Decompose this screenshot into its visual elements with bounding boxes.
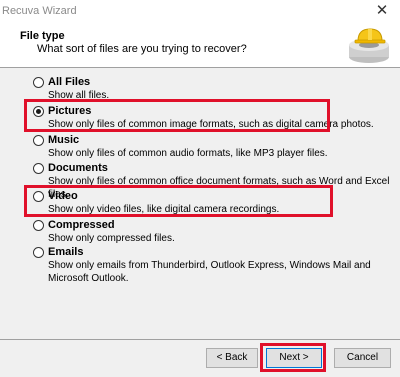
option-emails[interactable]: Emails Show only emails from Thunderbird… xyxy=(33,246,393,285)
option-label: All Files xyxy=(48,76,91,88)
option-description: Show only compressed files. xyxy=(48,233,175,244)
title-bar: Recuva Wizard ✕ xyxy=(0,0,400,24)
wizard-header: File type What sort of files are you try… xyxy=(0,24,400,67)
highlight-box-video xyxy=(24,185,333,217)
option-description: Show only emails from Thunderbird, Outlo… xyxy=(48,260,371,284)
radio-music[interactable] xyxy=(33,135,44,146)
page-subtitle: What sort of files are you trying to rec… xyxy=(37,43,247,55)
close-icon[interactable]: ✕ xyxy=(374,3,390,19)
radio-documents[interactable] xyxy=(33,163,44,174)
option-label: Music xyxy=(48,134,80,146)
radio-emails[interactable] xyxy=(33,247,44,258)
option-label: Emails xyxy=(48,246,84,258)
cancel-button[interactable]: Cancel xyxy=(334,348,391,368)
recuva-logo-icon xyxy=(349,28,389,63)
radio-compressed[interactable] xyxy=(33,220,44,231)
option-label: Documents xyxy=(48,162,108,174)
window-title: Recuva Wizard xyxy=(2,5,77,17)
option-description: Show only files of common audio formats,… xyxy=(48,148,328,159)
highlight-box-pictures xyxy=(24,99,330,132)
back-button[interactable]: < Back xyxy=(206,348,258,368)
radio-all-files[interactable] xyxy=(33,77,44,88)
option-music[interactable]: Music Show only files of common audio fo… xyxy=(33,134,393,161)
page-title: File type xyxy=(20,30,65,42)
option-label: Compressed xyxy=(48,219,115,231)
highlight-box-next xyxy=(260,343,326,372)
option-compressed[interactable]: Compressed Show only compressed files. xyxy=(33,219,393,246)
